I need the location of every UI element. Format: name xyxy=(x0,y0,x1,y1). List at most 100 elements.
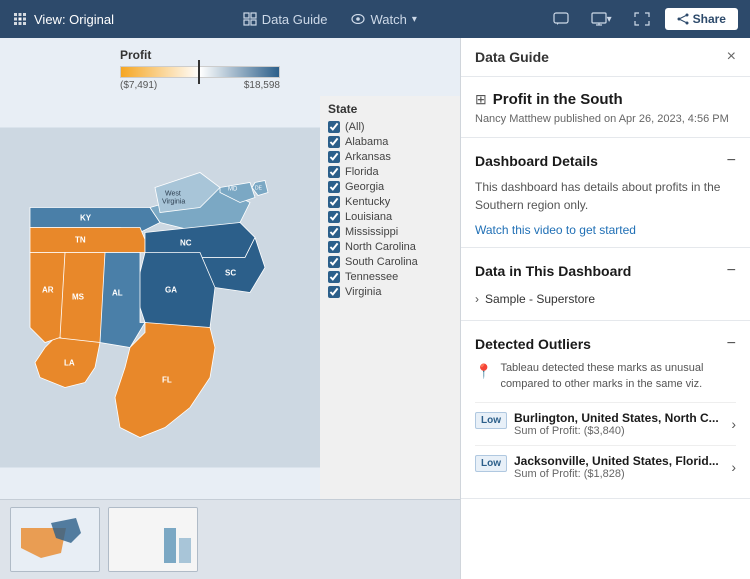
dg-dashboard-collapse[interactable]: − xyxy=(727,152,736,170)
legend-max: $18,598 xyxy=(244,80,280,91)
filter-checkbox[interactable] xyxy=(328,211,340,223)
thumb-svg-1 xyxy=(11,508,100,572)
filter-checkbox[interactable] xyxy=(328,166,340,178)
dg-title-row: ⊞ Profit in the South xyxy=(475,91,736,108)
filter-label: Georgia xyxy=(345,181,384,193)
outlier-item[interactable]: Low Jacksonville, United States, Florid..… xyxy=(475,445,736,488)
present-chevron: ▾ xyxy=(607,14,612,25)
filter-item[interactable]: (All) xyxy=(328,121,452,133)
outlier-value: Sum of Profit: ($3,840) xyxy=(514,425,719,437)
navbar-actions: ▾ Share xyxy=(546,8,738,30)
main-area: Profit ($7,491) $18,598 xyxy=(0,38,750,579)
filter-label: Tennessee xyxy=(345,271,398,283)
filter-checkbox[interactable] xyxy=(328,121,340,133)
svg-text:Virginia: Virginia xyxy=(162,199,185,206)
outlier-badge: Low xyxy=(475,455,507,472)
watch-button[interactable]: Watch ▾ xyxy=(341,8,426,31)
filter-label: Kentucky xyxy=(345,196,390,208)
outlier-text: Jacksonville, United States, Florid...Su… xyxy=(514,454,719,480)
filter-checkbox[interactable] xyxy=(328,196,340,208)
comment-button[interactable] xyxy=(546,8,576,30)
dg-data-header: Data in This Dashboard − xyxy=(475,262,736,280)
filter-item[interactable]: Mississippi xyxy=(328,226,452,238)
thumbnail-2[interactable] xyxy=(108,507,198,572)
navbar-center: Data Guide Watch ▾ xyxy=(233,8,427,31)
filter-checkbox[interactable] xyxy=(328,271,340,283)
outlier-left: Low Burlington, United States, North C...… xyxy=(475,411,719,437)
comment-icon xyxy=(553,12,569,26)
filter-checkbox[interactable] xyxy=(328,136,340,148)
filter-checkbox[interactable] xyxy=(328,226,340,238)
filter-checkbox[interactable] xyxy=(328,151,340,163)
outlier-name: Burlington, United States, North C... xyxy=(514,411,719,425)
present-icon xyxy=(591,12,607,26)
filter-item[interactable]: Kentucky xyxy=(328,196,452,208)
outlier-badge: Low xyxy=(475,412,507,429)
filter-item[interactable]: Florida xyxy=(328,166,452,178)
filter-item[interactable]: Arkansas xyxy=(328,151,452,163)
filter-panel: State (All)AlabamaArkansasFloridaGeorgia… xyxy=(320,96,460,499)
fullscreen-icon xyxy=(634,12,650,26)
dg-data-source: Sample - Superstore xyxy=(485,292,595,306)
present-button[interactable]: ▾ xyxy=(584,8,619,30)
legend-title: Profit xyxy=(120,48,440,62)
filter-item[interactable]: Virginia xyxy=(328,286,452,298)
filter-checkbox[interactable] xyxy=(328,256,340,268)
fullscreen-button[interactable] xyxy=(627,8,657,30)
filter-checkbox[interactable] xyxy=(328,286,340,298)
filter-checkbox[interactable] xyxy=(328,241,340,253)
share-icon xyxy=(677,13,689,25)
filter-label: Louisiana xyxy=(345,211,392,223)
brand-label: View: Original xyxy=(12,11,114,27)
svg-text:TN: TN xyxy=(75,236,86,245)
outlier-items-container: Low Burlington, United States, North C...… xyxy=(475,402,736,488)
dg-close-button[interactable]: × xyxy=(727,48,736,66)
outlier-value: Sum of Profit: ($1,828) xyxy=(514,468,719,480)
filter-item[interactable]: Louisiana xyxy=(328,211,452,223)
thumbnail-1[interactable] xyxy=(10,507,100,572)
outlier-arrow-icon: › xyxy=(731,416,736,432)
dg-viz-section: ⊞ Profit in the South Nancy Matthew publ… xyxy=(461,77,750,138)
gradient-bar xyxy=(120,66,280,78)
outlier-name: Jacksonville, United States, Florid... xyxy=(514,454,719,468)
expand-icon: › xyxy=(475,292,479,306)
dg-watch-link[interactable]: Watch this video to get started xyxy=(475,223,636,237)
legend-values: ($7,491) $18,598 xyxy=(120,80,280,91)
svg-text:DE: DE xyxy=(255,186,263,192)
viz-grid-icon: ⊞ xyxy=(475,91,487,108)
tableau-icon xyxy=(12,11,28,27)
dg-dashboard-title: Dashboard Details xyxy=(475,153,598,169)
dg-data-item[interactable]: › Sample - Superstore xyxy=(475,288,736,310)
brand-text: View: Original xyxy=(34,12,114,27)
filter-item[interactable]: North Carolina xyxy=(328,241,452,253)
svg-text:West: West xyxy=(165,191,181,198)
map-and-filter: West Virginia MD DE xyxy=(0,96,460,499)
share-button[interactable]: Share xyxy=(665,8,738,30)
data-guide-button[interactable]: Data Guide xyxy=(233,8,338,31)
navbar: View: Original Data Guide Watch ▾ xyxy=(0,0,750,38)
dg-data-collapse[interactable]: − xyxy=(727,262,736,280)
outlier-item[interactable]: Low Burlington, United States, North C...… xyxy=(475,402,736,445)
svg-text:MD: MD xyxy=(228,187,238,193)
dg-outlier-desc: 📍 Tableau detected these marks as unusua… xyxy=(475,361,736,392)
data-guide-panel: Data Guide × ⊞ Profit in the South Nancy… xyxy=(460,38,750,579)
svg-text:SC: SC xyxy=(225,269,236,278)
filter-item[interactable]: South Carolina xyxy=(328,256,452,268)
filter-label: (All) xyxy=(345,121,365,133)
map-svg-area: West Virginia MD DE xyxy=(0,96,320,499)
filter-label: Alabama xyxy=(345,136,388,148)
filter-item[interactable]: Georgia xyxy=(328,181,452,193)
svg-text:AL: AL xyxy=(112,289,123,298)
thumb-svg-2 xyxy=(109,508,198,572)
filter-item[interactable]: Alabama xyxy=(328,136,452,148)
filter-item[interactable]: Tennessee xyxy=(328,271,452,283)
dg-outliers-collapse[interactable]: − xyxy=(727,335,736,353)
dg-data-title: Data in This Dashboard xyxy=(475,263,631,279)
filter-label: Arkansas xyxy=(345,151,391,163)
dg-panel-title: Data Guide xyxy=(475,49,549,65)
svg-text:LA: LA xyxy=(64,359,75,368)
dg-outliers-section: Detected Outliers − 📍 Tableau detected t… xyxy=(461,321,750,499)
filter-checkbox[interactable] xyxy=(328,181,340,193)
dg-dashboard-details: Dashboard Details − This dashboard has d… xyxy=(461,138,750,248)
filter-label: Florida xyxy=(345,166,379,178)
